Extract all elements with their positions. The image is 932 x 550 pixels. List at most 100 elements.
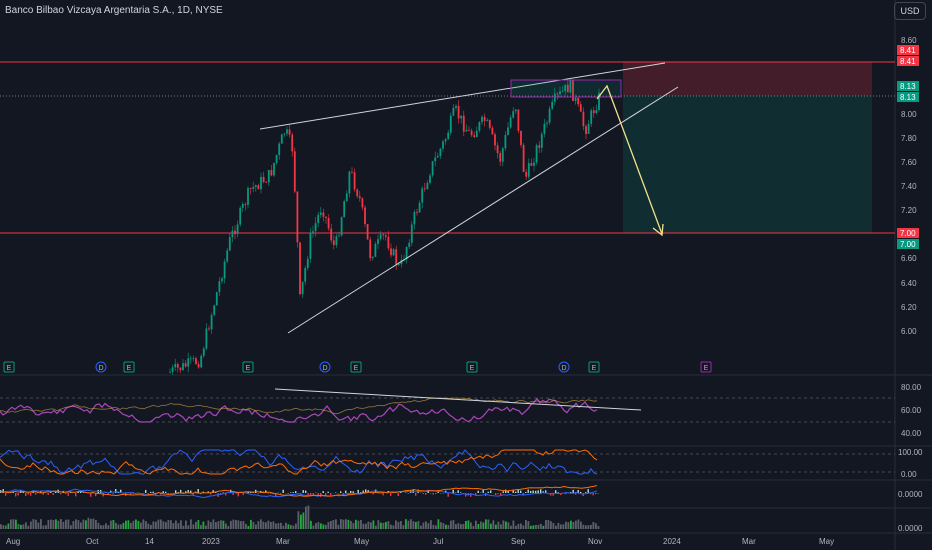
volume-bar [297, 511, 300, 529]
volume-bar [495, 524, 497, 529]
macd-histogram-bar [432, 493, 434, 495]
volume-bar [140, 522, 142, 529]
macd-histogram-bar [282, 489, 284, 493]
take-profit-zone[interactable] [623, 96, 872, 233]
candle-body [374, 243, 377, 257]
candle-body [361, 198, 364, 208]
earnings-marker[interactable]: E [700, 361, 712, 373]
candle-body [218, 281, 221, 293]
candle-body [192, 358, 195, 360]
macd-histogram-bar [575, 493, 577, 495]
wedge-lower-trendline[interactable] [287, 86, 679, 334]
candle-body [254, 185, 257, 187]
candle-body [171, 367, 174, 372]
macd-histogram-bar [330, 493, 332, 496]
rsi-tick: 80.00 [901, 383, 922, 392]
candle-body [442, 141, 444, 149]
candle-body [475, 130, 478, 138]
macd-histogram-bar [557, 492, 559, 493]
volume-bar [507, 522, 510, 529]
volume-bar [310, 520, 312, 529]
volume-bar [390, 524, 392, 529]
earnings-marker[interactable]: E [3, 361, 15, 373]
candle-body [392, 249, 395, 256]
volume-bar [187, 525, 190, 529]
volume-bar [70, 525, 72, 529]
volume-bar [172, 523, 175, 529]
indicator-axes: 80.00 60.00 40.00 100.00 0.00 0.0000 0.0… [898, 383, 923, 533]
price-badges: 8.41 8.41 8.13 8.13 7.00 7.00 [897, 45, 919, 249]
earnings-marker[interactable]: E [242, 361, 254, 373]
macd-histogram-bar [47, 493, 49, 495]
event-marker-label: E [7, 365, 12, 372]
volume-bar [232, 519, 235, 529]
dividend-marker[interactable]: D [95, 361, 107, 373]
macd-histogram-bar [520, 490, 522, 493]
candle-body [239, 207, 242, 225]
macd-histogram-bar [170, 493, 172, 494]
volume-bar [317, 522, 320, 529]
volume-bar [115, 522, 117, 529]
volume-bar [270, 521, 272, 529]
earnings-marker[interactable]: E [588, 361, 600, 373]
macd-histogram-bar [327, 491, 329, 493]
earnings-marker[interactable]: E [466, 361, 478, 373]
macd-histogram-bar [150, 491, 152, 493]
volume-bar [300, 514, 302, 529]
volume-bar [527, 521, 530, 529]
volume-bar [227, 525, 230, 529]
volume-bar [292, 525, 295, 529]
volume-bar [45, 525, 47, 529]
candle-body [468, 129, 470, 131]
chart-canvas[interactable]: E D E E D E E D E E 8.60 8.00 7.80 7.60 7.40 7.20… [0, 0, 932, 550]
symbol-title[interactable]: Banco Bilbao Vizcaya Argentaria S.A., 1D… [5, 5, 223, 16]
volume-bar [235, 519, 237, 529]
candle-body [585, 126, 587, 134]
candle-body [434, 157, 437, 162]
volume-bar [35, 519, 37, 529]
earnings-marker[interactable]: E [123, 361, 135, 373]
volume-bar [287, 524, 290, 529]
volume-bar [55, 519, 57, 529]
volume-bar [95, 519, 97, 529]
volume-bar [352, 523, 355, 529]
candle-body [179, 367, 182, 371]
candle-body [293, 151, 296, 192]
volume-bar [192, 524, 195, 529]
volume-bar [415, 522, 417, 529]
volume-bar [162, 521, 165, 529]
target-badge-label-2: 7.00 [900, 240, 916, 249]
volume-bar [345, 519, 347, 529]
volume-bar [500, 524, 502, 529]
dividend-marker[interactable]: D [558, 361, 570, 373]
earnings-marker[interactable]: E [350, 361, 362, 373]
volume-bar [540, 523, 542, 529]
volume-bar [130, 523, 132, 529]
volume-bar [420, 525, 422, 529]
time-label: 2024 [663, 537, 681, 546]
candle-body [499, 153, 502, 162]
volume-bar [267, 520, 270, 529]
macd-histogram-bar [292, 492, 294, 493]
volume-bar [350, 520, 352, 529]
volume-bar [217, 521, 220, 529]
macd-histogram-bar [487, 491, 489, 493]
rsi-divergence-line[interactable] [274, 388, 642, 411]
volume-bar [567, 522, 570, 529]
currency-button[interactable]: USD [894, 2, 926, 20]
macd-histogram-bar [25, 493, 27, 496]
candle-body [494, 134, 496, 146]
stop-loss-zone[interactable] [623, 62, 872, 96]
rsi-ma-line [0, 397, 598, 415]
time-axis[interactable]: Aug Oct 14 2023 Mar May Jul Sep Nov 2024… [6, 537, 834, 546]
macd-histogram-bar [382, 493, 384, 496]
candle-body [322, 212, 325, 217]
candle-body [509, 117, 512, 128]
macd-histogram-bar [242, 493, 244, 496]
volume-bar [405, 519, 407, 529]
event-markers[interactable]: EDEEDEEDEE [3, 361, 712, 373]
volume-bar [195, 521, 197, 529]
volume-bar [125, 520, 127, 529]
dividend-marker[interactable]: D [319, 361, 331, 373]
volume-bar [262, 521, 265, 529]
